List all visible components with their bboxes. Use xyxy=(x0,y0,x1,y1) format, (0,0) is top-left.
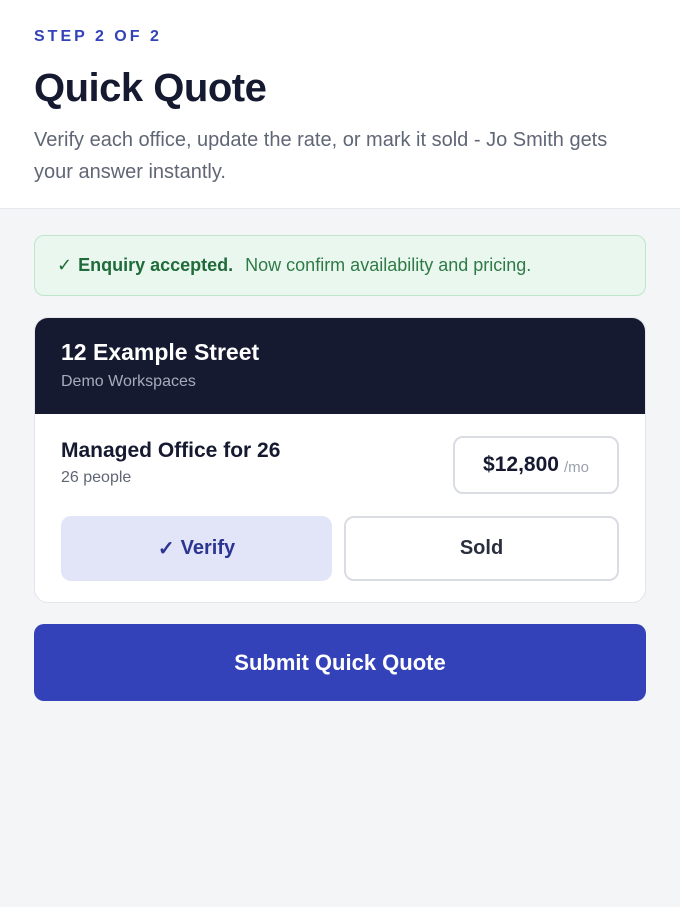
price-amount: $12,800 xyxy=(483,453,559,476)
check-icon: ✓ xyxy=(57,255,73,275)
sold-button[interactable]: Sold xyxy=(344,516,619,581)
property-card-header: 12 Example Street Demo Workspaces xyxy=(35,318,645,414)
sold-label: Sold xyxy=(459,537,504,559)
step-indicator: STEP 2 OF 2 xyxy=(34,28,162,45)
verify-label: Verify xyxy=(180,537,236,559)
office-item: Managed Office for 26 26 people $12,800 … xyxy=(35,414,645,581)
office-actions: ✓ Verify Sold xyxy=(61,516,619,581)
alert-text: Now confirm availability and pricing. xyxy=(245,255,532,275)
verify-button[interactable]: ✓ Verify xyxy=(61,516,332,581)
property-card: 12 Example Street Demo Workspaces Manage… xyxy=(34,317,646,603)
page-subtitle: Verify each office, update the rate, or … xyxy=(34,129,608,183)
office-info: Managed Office for 26 26 people xyxy=(61,436,280,488)
check-icon: ✓ xyxy=(157,538,175,560)
success-alert: ✓ Enquiry accepted. Now confirm availabi… xyxy=(34,235,646,296)
price-input[interactable]: $12,800 /mo xyxy=(453,436,619,494)
alert-strong-text: Enquiry accepted. xyxy=(78,255,234,275)
office-name: Managed Office for 26 xyxy=(61,439,281,462)
property-provider: Demo Workspaces xyxy=(61,373,196,390)
page-title: Quick Quote xyxy=(34,66,267,110)
property-address: 12 Example Street xyxy=(61,339,260,365)
main-content: ✓ Enquiry accepted. Now confirm availabi… xyxy=(0,209,680,701)
office-capacity: 26 people xyxy=(61,469,132,486)
price-unit: /mo xyxy=(563,458,589,476)
submit-quote-button[interactable]: Submit Quick Quote xyxy=(34,624,646,701)
page-header: STEP 2 OF 2 Quick Quote Verify each offi… xyxy=(0,0,680,209)
